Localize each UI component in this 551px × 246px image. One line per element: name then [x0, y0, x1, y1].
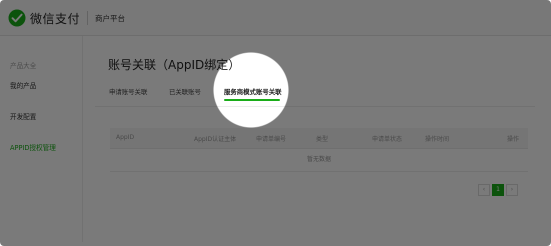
- empty-state-text: 暂无数据: [110, 149, 528, 172]
- column-type: 类型: [316, 136, 329, 143]
- prev-page-button[interactable]: ‹: [478, 184, 490, 196]
- sidebar-category-products: 产品大全: [10, 62, 37, 70]
- wechat-pay-logo[interactable]: 微信支付: [8, 9, 80, 27]
- association-table: AppID AppID认证主体 申请单编号 类型 申请单状态 操作时间 操作 暂…: [110, 128, 528, 172]
- sidebar-item-dev-config[interactable]: 开发配置: [10, 111, 36, 121]
- column-action: 操作: [507, 136, 520, 143]
- next-page-button[interactable]: ›: [506, 184, 518, 196]
- column-application-no: 申请单编号: [256, 136, 287, 143]
- top-header: 微信支付 商户平台: [0, 0, 551, 36]
- sidebar-item-appid-auth[interactable]: APPID授权管理: [10, 142, 56, 152]
- column-appid-subject: AppID认证主体: [194, 136, 237, 143]
- page-title: 账号关联（AppID绑定）: [108, 58, 241, 72]
- tab-apply-association[interactable]: 申请账号关联: [109, 87, 147, 96]
- sidebar-item-my-products[interactable]: 我的产品: [10, 80, 36, 90]
- brand-name: 微信支付: [30, 11, 81, 26]
- main-content: 账号关联（AppID绑定） 申请账号关联 已关联账号 服务商模式账号关联 App…: [95, 36, 551, 242]
- platform-name: 商户平台: [95, 14, 125, 23]
- column-appid: AppID: [116, 134, 135, 141]
- wechat-pay-logo-icon: [8, 9, 26, 27]
- tab-service-provider-association[interactable]: 服务商模式账号关联: [224, 87, 282, 96]
- active-tab-indicator: [224, 99, 280, 101]
- column-operation-time: 操作时间: [425, 136, 450, 143]
- pagination: ‹ 1 ›: [478, 184, 518, 196]
- tab-bar: 申请账号关联 已关联账号 服务商模式账号关联: [95, 84, 535, 107]
- header-divider: [87, 11, 88, 25]
- page-1-button[interactable]: 1: [492, 184, 504, 196]
- sidebar: 产品大全 我的产品 开发配置 APPID授权管理: [0, 36, 83, 242]
- column-application-status: 申请单状态: [372, 136, 403, 143]
- tab-associated-accounts[interactable]: 已关联账号: [169, 87, 201, 96]
- table-header: AppID AppID认证主体 申请单编号 类型 申请单状态 操作时间 操作: [110, 128, 528, 149]
